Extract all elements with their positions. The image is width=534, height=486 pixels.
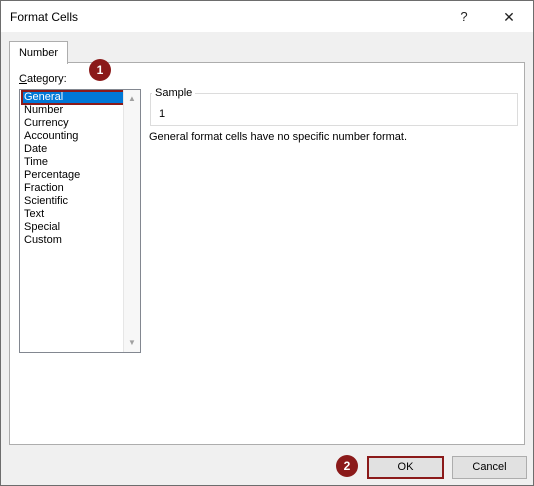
tab-number[interactable]: Number (9, 41, 68, 64)
category-item-scientific[interactable]: Scientific (22, 195, 124, 208)
category-label-rest: ategory: (26, 73, 67, 85)
category-item-percentage[interactable]: Percentage (22, 169, 124, 182)
category-scrollbar[interactable]: ▲ ▼ (123, 90, 140, 352)
category-item-number[interactable]: Number (22, 104, 124, 117)
category-item-custom[interactable]: Custom (22, 234, 124, 247)
ok-button[interactable]: OK (367, 456, 444, 479)
step-marker-2: 2 (336, 455, 358, 477)
cancel-button[interactable]: Cancel (452, 456, 527, 479)
help-button[interactable]: ? (447, 4, 481, 30)
format-description: General format cells have no specific nu… (149, 131, 408, 143)
step-marker-1: 1 (89, 59, 111, 81)
sample-group (150, 93, 518, 126)
scroll-down-icon[interactable]: ▼ (124, 336, 140, 350)
category-item-time[interactable]: Time (22, 156, 124, 169)
category-item-accounting[interactable]: Accounting (22, 130, 124, 143)
category-item-fraction[interactable]: Fraction (22, 182, 124, 195)
dialog-title: Format Cells (10, 10, 79, 24)
format-cells-dialog: Format Cells ? ✕ Number Category: Genera… (0, 0, 534, 486)
close-button[interactable]: ✕ (489, 4, 529, 30)
category-label-accesskey: C (19, 73, 27, 85)
category-label: Category: (19, 73, 67, 85)
category-item-currency[interactable]: Currency (22, 117, 124, 130)
number-tab-panel: Category: General Number Currency Accoun… (9, 62, 525, 445)
title-bar: Format Cells ? ✕ (1, 1, 533, 32)
sample-value: 1 (159, 108, 166, 120)
scroll-up-icon[interactable]: ▲ (124, 92, 140, 106)
category-item-text[interactable]: Text (22, 208, 124, 221)
sample-legend: Sample (152, 87, 196, 99)
category-item-general[interactable]: General (21, 90, 125, 105)
category-item-date[interactable]: Date (22, 143, 124, 156)
category-list[interactable]: General Number Currency Accounting Date … (19, 89, 141, 353)
category-item-special[interactable]: Special (22, 221, 124, 234)
